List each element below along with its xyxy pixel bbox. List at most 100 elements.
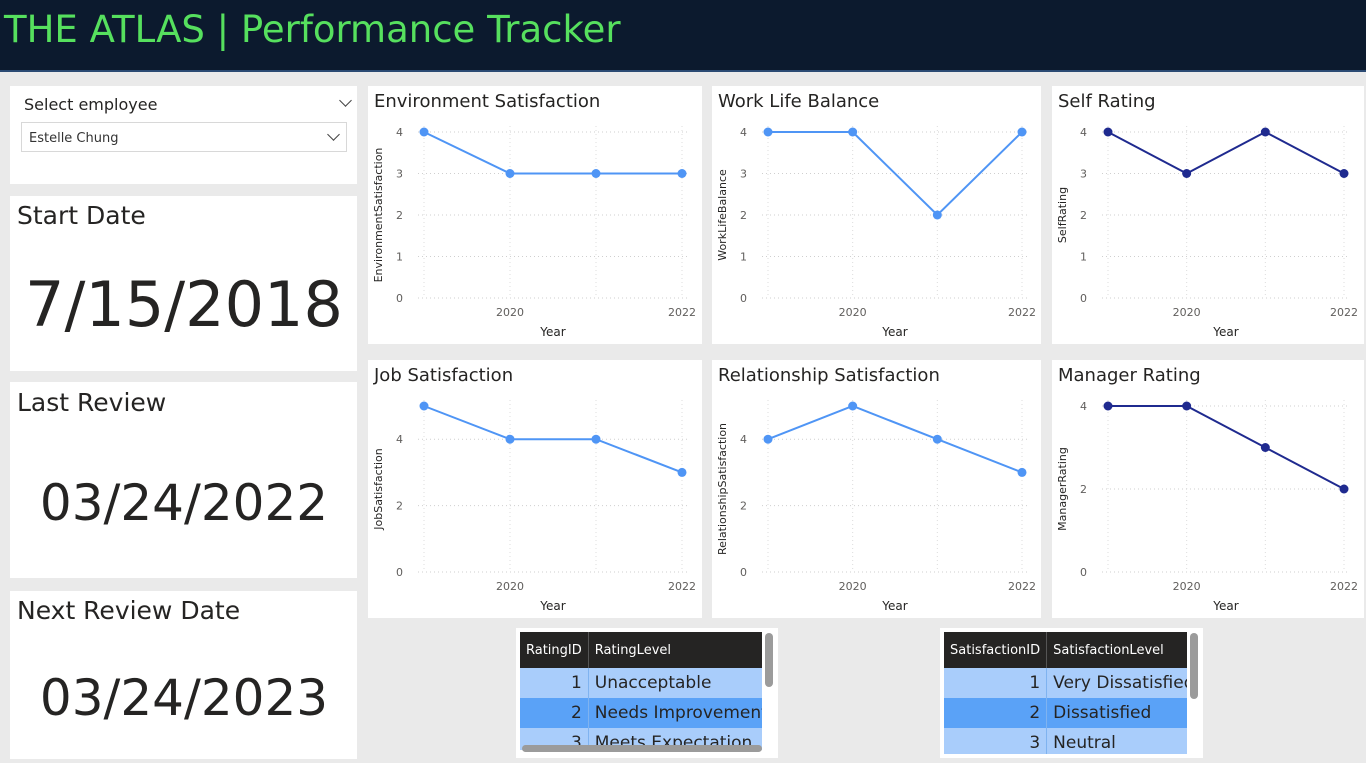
- start-date-card: Start Date 7/15/2018: [10, 196, 357, 371]
- y-axis-title: EnvironmentSatisfaction: [372, 148, 385, 283]
- data-point: [1260, 443, 1270, 452]
- data-point: [1260, 127, 1270, 137]
- table-row[interactable]: 1 Unacceptable: [520, 668, 762, 698]
- table-row[interactable]: 2 Needs Improvement: [520, 698, 762, 728]
- data-point: [763, 434, 773, 444]
- environment-satisfaction-chart: Environment Satisfaction 0 1 2 3 4 2020 2022 Ye…: [368, 86, 702, 344]
- employee-dropdown[interactable]: Estelle Chung: [21, 122, 347, 152]
- rating-table-body: RatingID RatingLevel 1 Unacceptable 2 Ne…: [520, 632, 762, 750]
- table-cell: 3: [944, 728, 1048, 754]
- data-point: [591, 434, 601, 444]
- chart-plot: 0 1 2 3 4 2020 2022 Year WorkLifeBalance: [716, 126, 1036, 339]
- table-cell: Neutral: [1046, 728, 1187, 754]
- y-tick-label: 4: [1080, 126, 1087, 139]
- y-tick-label: 0: [1080, 292, 1087, 305]
- y-axis-title: JobSatisfaction: [372, 448, 385, 531]
- data-point: [677, 467, 687, 477]
- next-review-card: Next Review Date 03/24/2023: [10, 591, 357, 759]
- y-tick-label: 4: [1080, 400, 1087, 413]
- employee-dropdown-value: Estelle Chung: [29, 131, 119, 146]
- data-point: [1182, 401, 1192, 411]
- job-satisfaction-chart: Job Satisfaction 0 2 4 2020 2022 Year JobSatis…: [368, 360, 702, 618]
- start-date-value: 7/15/2018: [25, 268, 343, 341]
- data-point: [1339, 484, 1349, 494]
- table-cell: 1: [520, 668, 589, 698]
- data-point: [591, 169, 601, 178]
- column-header[interactable]: SatisfactionID: [944, 632, 1048, 668]
- y-tick-label: 2: [396, 500, 403, 513]
- vertical-scrollbar[interactable]: [765, 633, 773, 687]
- data-point: [677, 169, 687, 178]
- column-header[interactable]: RatingID: [520, 632, 589, 668]
- series-line: [1107, 130, 1345, 175]
- y-tick-label: 0: [740, 292, 747, 305]
- data-point: [1103, 401, 1113, 411]
- x-tick-label: 2022: [668, 306, 696, 319]
- table-row[interactable]: 2 Dissatisfied: [944, 698, 1187, 728]
- x-axis-title: Year: [881, 325, 907, 339]
- column-header[interactable]: RatingLevel: [588, 632, 762, 668]
- data-point: [848, 401, 858, 411]
- y-tick-label: 2: [396, 209, 403, 222]
- last-review-card: Last Review 03/24/2022: [10, 382, 357, 578]
- data-point: [505, 434, 515, 444]
- table-header-row: RatingID RatingLevel: [520, 632, 762, 668]
- last-review-value: 03/24/2022: [39, 474, 329, 532]
- y-axis-title: WorkLifeBalance: [716, 169, 729, 261]
- y-tick-label: 0: [1080, 566, 1087, 579]
- data-point: [419, 127, 429, 137]
- satisfaction-table: SatisfactionID SatisfactionLevel 1 Very …: [940, 628, 1203, 758]
- chart-plot: 0 1 2 3 4 2020 2022 Year EnvironmentSatisfaction: [372, 126, 696, 339]
- x-tick-label: 2020: [1173, 306, 1201, 319]
- chart-title: Relationship Satisfaction: [718, 365, 940, 386]
- manager-rating-chart: Manager Rating 0 2 4 2020 2022 Year ManagerRat…: [1052, 360, 1364, 618]
- table-cell: 2: [520, 698, 589, 728]
- x-tick-label: 2020: [496, 306, 524, 319]
- x-tick-label: 2020: [839, 306, 867, 319]
- relationship-satisfaction-chart: Relationship Satisfaction 0 2 4 2020 2022 Yea…: [712, 360, 1041, 618]
- table-row[interactable]: 1 Very Dissatisfied: [944, 668, 1187, 698]
- y-axis-title: ManagerRating: [1056, 447, 1069, 531]
- x-tick-label: 2022: [1330, 306, 1358, 319]
- y-tick-label: 3: [740, 168, 747, 181]
- chart-title: Job Satisfaction: [374, 365, 514, 386]
- data-point: [848, 127, 858, 137]
- chart-plot: 0 2 4 2020 2022 Year ManagerRating: [1056, 400, 1358, 613]
- data-point: [1339, 169, 1349, 178]
- self-rating-chart: Self Rating 0 1 2 3 4 2020 2022 Year SelfRating: [1052, 86, 1364, 344]
- x-tick-label: 2020: [496, 580, 524, 593]
- data-point: [505, 169, 515, 178]
- y-tick-label: 1: [740, 251, 747, 264]
- horizontal-scrollbar[interactable]: [522, 745, 762, 752]
- vertical-scrollbar[interactable]: [1190, 633, 1198, 699]
- data-point: [1017, 127, 1027, 137]
- y-axis-title: SelfRating: [1056, 187, 1069, 243]
- chart-title: Work Life Balance: [718, 91, 880, 112]
- chart-title: Self Rating: [1058, 91, 1156, 112]
- header-bar: THE ATLAS | Performance Tracker: [0, 0, 1366, 72]
- x-tick-label: 2022: [1008, 580, 1036, 593]
- x-axis-title: Year: [1212, 325, 1238, 339]
- y-tick-label: 4: [740, 433, 747, 446]
- chart-plot: 0 2 4 2020 2022 Year RelationshipSatisfaction: [716, 400, 1036, 613]
- table-cell: 2: [944, 698, 1048, 728]
- table-cell: 1: [944, 668, 1048, 698]
- table-cell: Needs Improvement: [588, 698, 762, 728]
- page-title: THE ATLAS | Performance Tracker: [4, 8, 621, 51]
- chart-title: Environment Satisfaction: [374, 91, 601, 112]
- work-life-balance-chart: Work Life Balance 0 1 2 3 4 2020 2022 Year WorkL…: [712, 86, 1041, 344]
- series-line: [423, 131, 682, 175]
- y-tick-label: 3: [396, 168, 403, 181]
- chevron-down-icon[interactable]: [339, 94, 352, 107]
- next-review-label: Next Review Date: [17, 596, 241, 625]
- employee-slicer: Select employee Estelle Chung: [10, 86, 357, 184]
- x-tick-label: 2020: [839, 580, 867, 593]
- x-tick-label: 2020: [1173, 580, 1201, 593]
- table-row[interactable]: 3 Neutral: [944, 728, 1187, 754]
- next-review-value: 03/24/2023: [39, 669, 329, 727]
- y-tick-label: 3: [1080, 168, 1087, 181]
- column-header[interactable]: SatisfactionLevel: [1046, 632, 1187, 668]
- x-axis-title: Year: [1212, 599, 1238, 613]
- y-tick-label: 4: [396, 126, 403, 139]
- last-review-label: Last Review: [17, 388, 167, 417]
